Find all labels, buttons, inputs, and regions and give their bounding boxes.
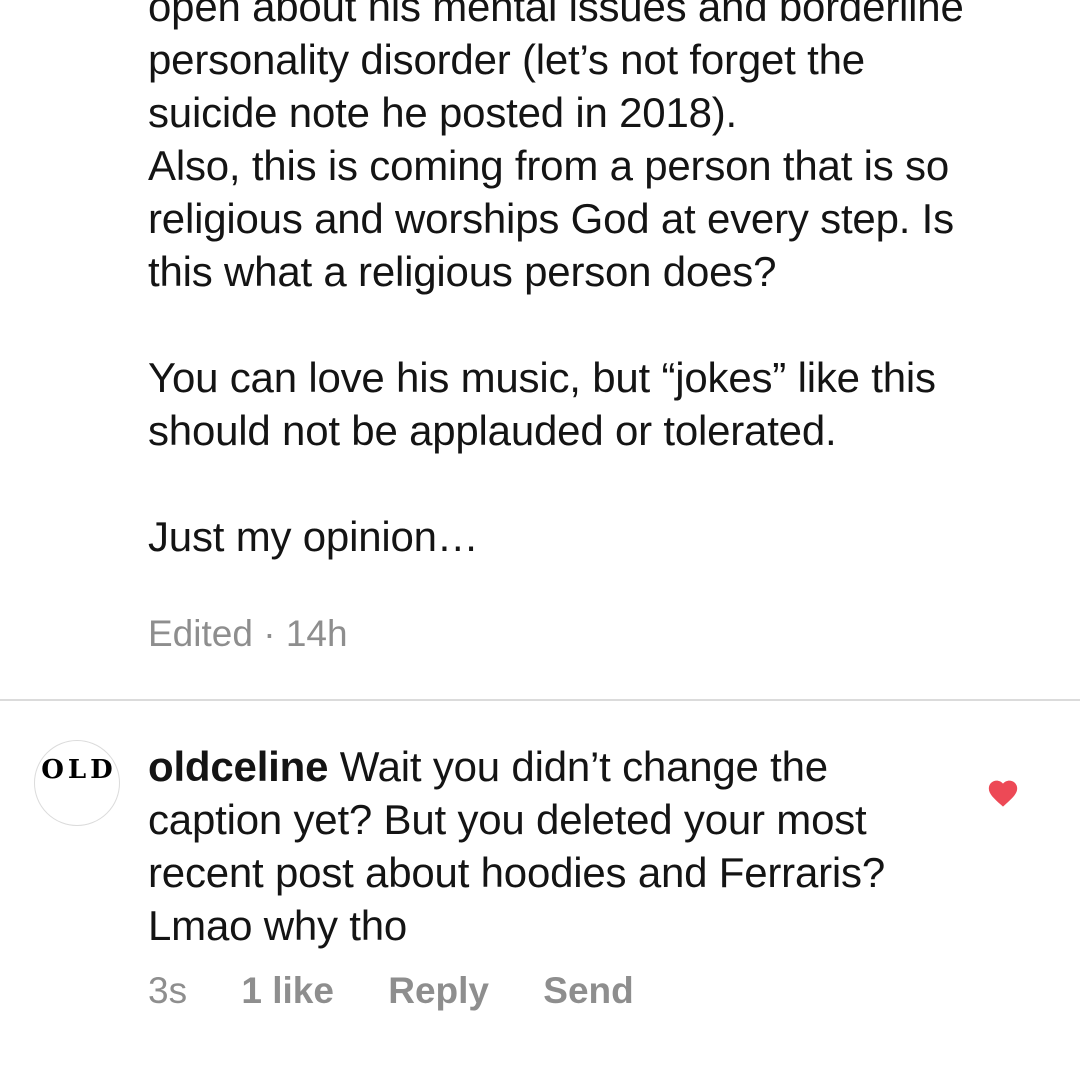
edited-label: Edited <box>148 613 253 654</box>
avatar-logo-text: OLD <box>41 755 117 785</box>
comment-timestamp: 3s <box>148 970 188 1011</box>
comment-username[interactable]: oldceline <box>148 743 328 790</box>
reply-button[interactable]: Reply <box>388 970 489 1012</box>
comment-divider <box>0 699 1080 701</box>
heart-shape <box>988 780 1018 807</box>
send-button[interactable]: Send <box>543 970 633 1012</box>
heart-filled-icon[interactable] <box>986 776 1020 808</box>
comment-timestamp: 14h <box>285 613 348 654</box>
meta-separator: · <box>263 613 276 654</box>
reply-comment: oldceline Wait you didn’t change the cap… <box>148 740 928 952</box>
reply-comment-meta: 3s 1 like Reply Send <box>148 970 678 1012</box>
avatar[interactable]: OLD <box>34 740 120 826</box>
comment-body: open about his mental issues and borderl… <box>148 0 964 560</box>
likes-count-link[interactable]: 1 like <box>241 970 334 1012</box>
comment-meta: Edited · 14h <box>148 613 348 655</box>
